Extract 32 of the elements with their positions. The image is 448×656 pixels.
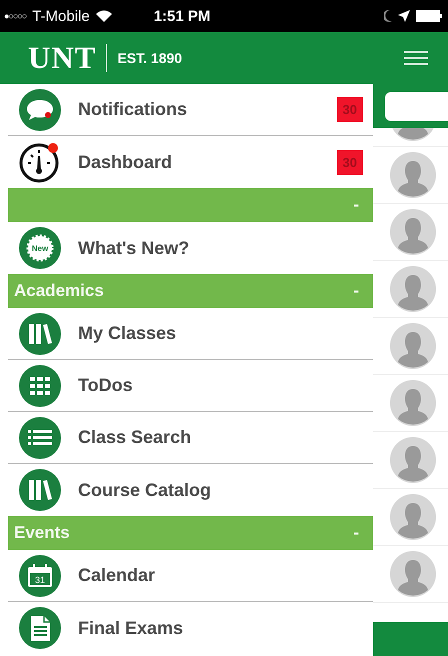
chat-bubble-icon [18, 88, 62, 132]
count-badge: 30 [336, 97, 363, 122]
menu-item[interactable]: Final Exams [78, 618, 363, 638]
grid-icon [18, 364, 62, 408]
section-title: Events [14, 523, 71, 543]
location-arrow-icon [398, 10, 410, 22]
logo: UNT [28, 40, 96, 76]
new-badge-icon: New [18, 226, 62, 270]
menu-icon[interactable] [404, 50, 428, 66]
menu-item[interactable]: ToDos [78, 375, 363, 396]
menu-item[interactable]: Notifications [78, 99, 321, 120]
list-icon [18, 416, 62, 460]
clock-time: 1:51 PM [154, 8, 210, 24]
section-title: Academics [14, 281, 105, 301]
count-badge: 30 [336, 150, 363, 174]
search-field[interactable] [385, 92, 448, 120]
document-icon [18, 606, 62, 650]
wifi-icon [96, 10, 112, 22]
books-icon [18, 312, 62, 356]
menu-item[interactable]: What's New? [78, 238, 363, 258]
menu-item[interactable]: My Classes [78, 323, 363, 344]
books-icon [18, 468, 62, 512]
moon-icon [384, 10, 392, 22]
menu-item[interactable]: Calendar [78, 565, 363, 586]
menu-item[interactable]: Class Search [78, 427, 363, 448]
signal-dots: ●○○○○ [4, 11, 26, 21]
menu-item[interactable]: Dashboard [78, 152, 321, 172]
logo-tagline: EST. 1890 [117, 50, 182, 66]
menu-item[interactable]: Course Catalog [78, 480, 363, 500]
battery-icon [416, 10, 442, 22]
calendar-icon: 31 [18, 554, 62, 598]
carrier-name: T-Mobile [32, 8, 90, 24]
